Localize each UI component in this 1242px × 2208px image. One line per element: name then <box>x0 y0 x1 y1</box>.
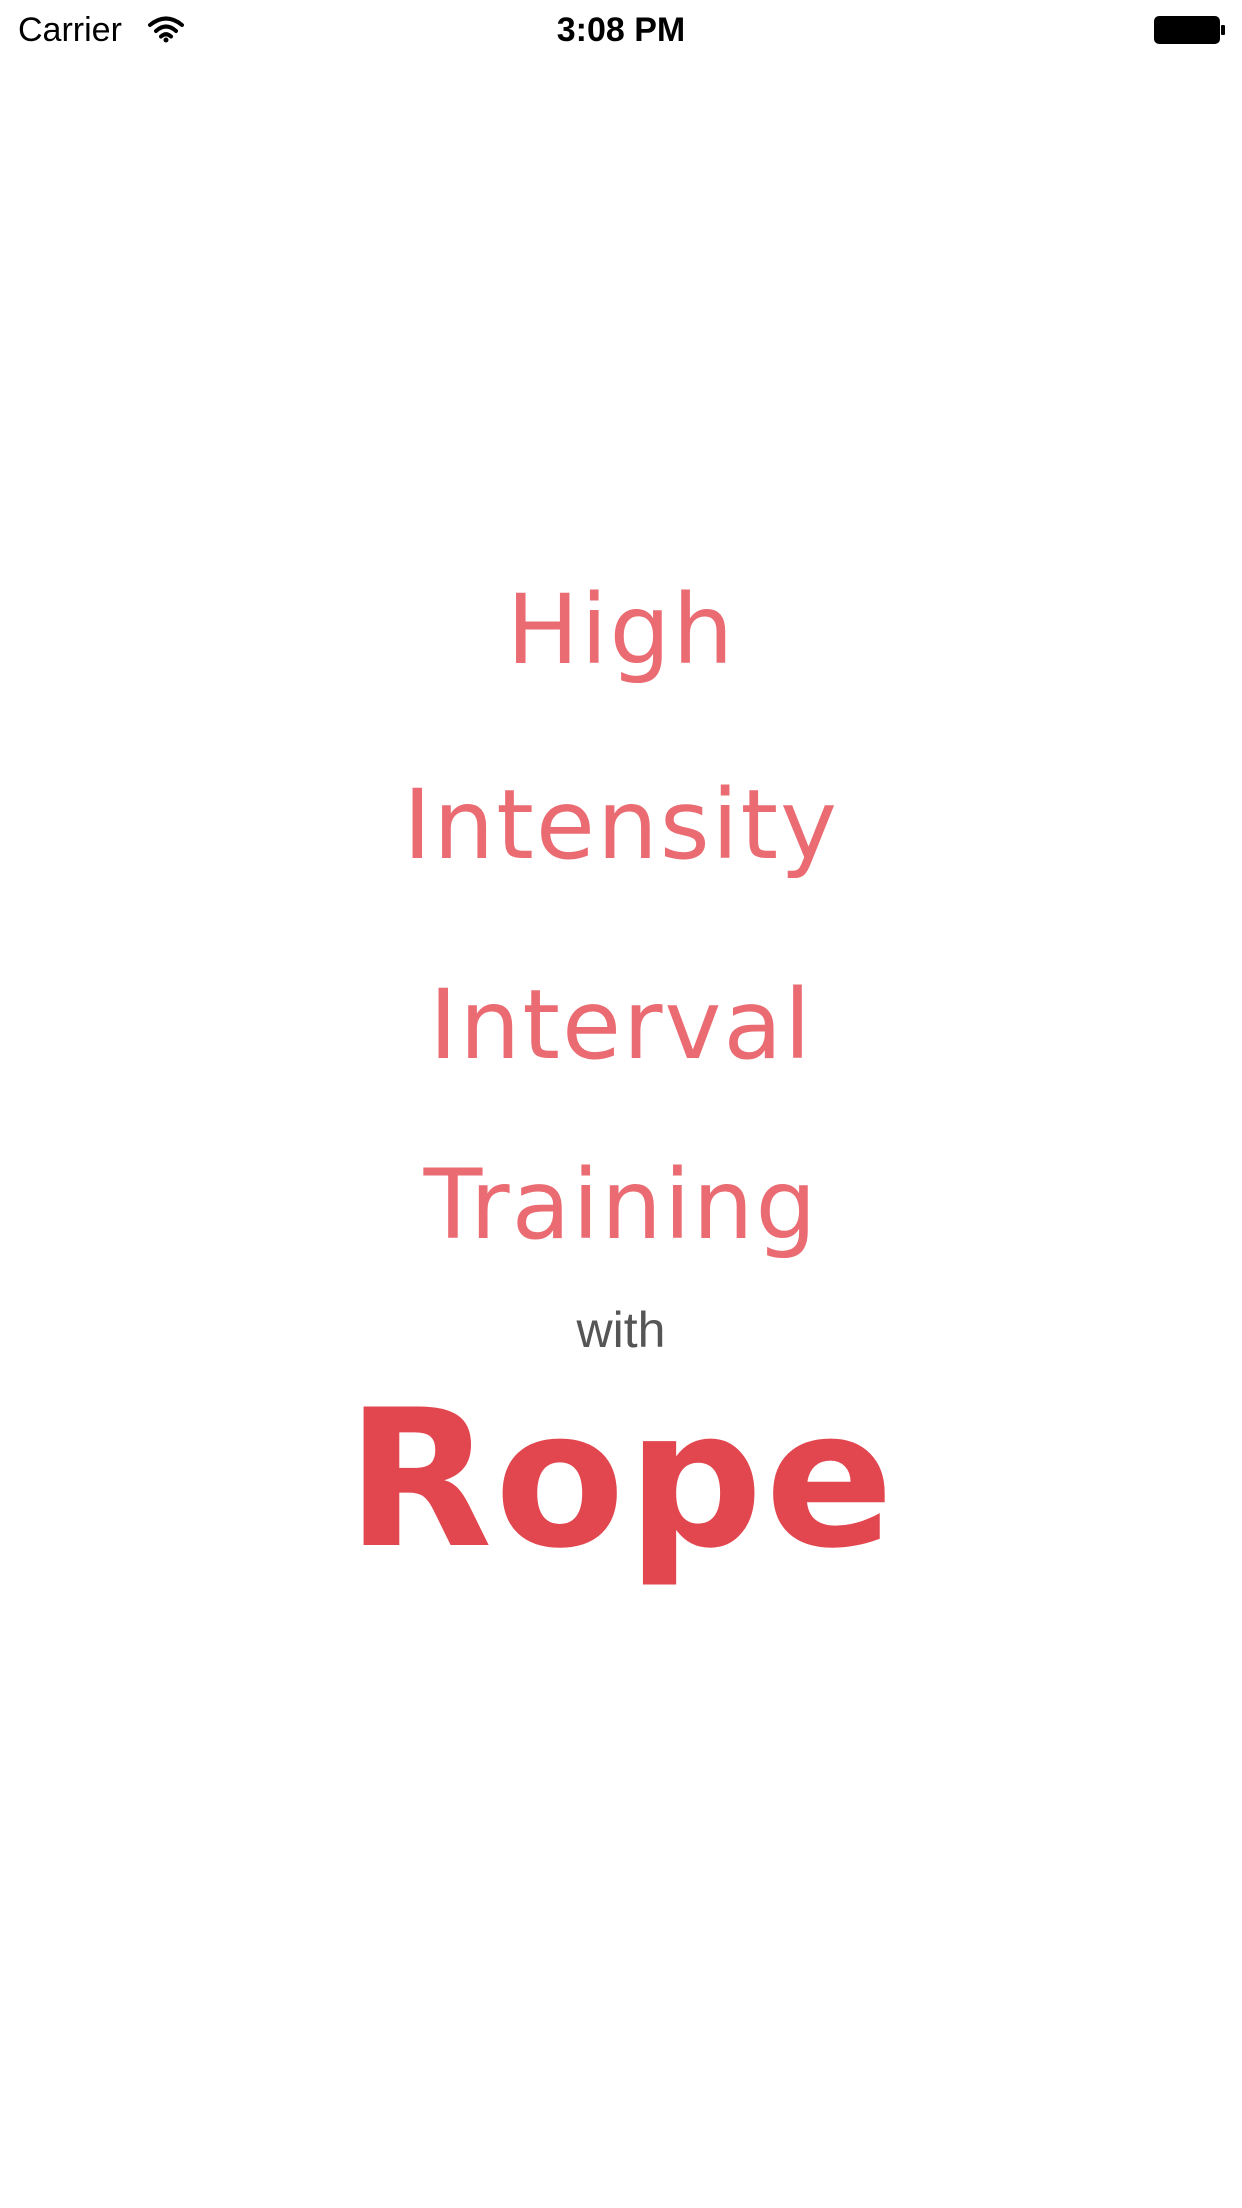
title-line-interval: Interval <box>429 969 813 1081</box>
title-line-training: Training <box>423 1149 819 1261</box>
status-time: 3:08 PM <box>556 11 686 49</box>
battery-full-icon <box>1154 16 1226 44</box>
subject-title: Rope <box>346 1369 896 1590</box>
title-line-high: High <box>506 574 736 686</box>
status-bar: Carrier 3:08 PM <box>0 0 1242 60</box>
connector-text: with <box>576 1302 666 1358</box>
title-line-intensity: Intensity <box>403 769 839 881</box>
